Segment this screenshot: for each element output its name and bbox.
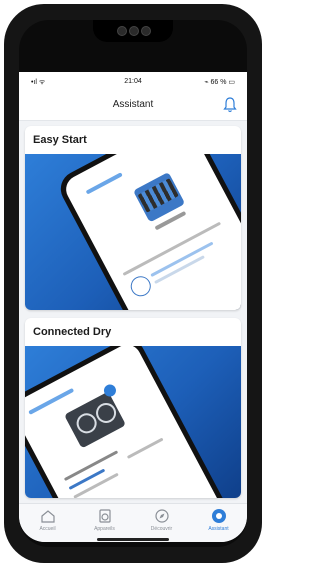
washer-icon [98, 509, 111, 523]
camera-icon [129, 26, 139, 36]
app-screen: •ıl ᯤ 21:04 ⌁ 66 % ▭ Assistant Easy Star… [19, 72, 247, 542]
home-indicator [97, 538, 169, 541]
bell-icon[interactable] [223, 97, 237, 113]
easy-start-image [25, 154, 241, 310]
status-bar: •ıl ᯤ 21:04 ⌁ 66 % ▭ [19, 72, 247, 92]
tab-label: Accueil [39, 526, 56, 532]
easy-start-card[interactable]: Easy Start [25, 126, 241, 310]
connected-dry-image [25, 346, 241, 498]
app-header: Assistant [19, 92, 247, 121]
compass-icon [154, 509, 169, 523]
tab-label: Découvrir [150, 526, 173, 532]
assistant-icon [211, 509, 226, 523]
battery-indicator: ⌁ 66 % ▭ [204, 79, 235, 86]
camera-icon [141, 26, 151, 36]
card-title: Connected Dry [33, 326, 112, 338]
card-title: Easy Start [33, 134, 87, 146]
page-title: Assistant [112, 99, 154, 110]
phone-illustration [25, 346, 234, 498]
tab-assistant[interactable]: Assistant [190, 508, 247, 532]
camera-icon [117, 26, 127, 36]
phone-body: •ıl ᯤ 21:04 ⌁ 66 % ▭ Assistant Easy Star… [19, 20, 247, 547]
home-icon [40, 510, 55, 523]
tab-home[interactable]: Accueil [19, 508, 76, 532]
tab-discover[interactable]: Découvrir [133, 508, 190, 532]
tab-appliances[interactable]: Appareils [76, 508, 133, 532]
tab-label: Appareils [94, 526, 115, 532]
tab-bar: Accueil Appareils Découvrir Assistant [19, 503, 247, 542]
tab-label: Assistant [208, 526, 229, 532]
phone-illustration [54, 154, 241, 310]
connected-dry-card[interactable]: Connected Dry [25, 318, 241, 498]
phone-frame: •ıl ᯤ 21:04 ⌁ 66 % ▭ Assistant Easy Star… [4, 4, 262, 563]
phone-notch [93, 20, 173, 42]
